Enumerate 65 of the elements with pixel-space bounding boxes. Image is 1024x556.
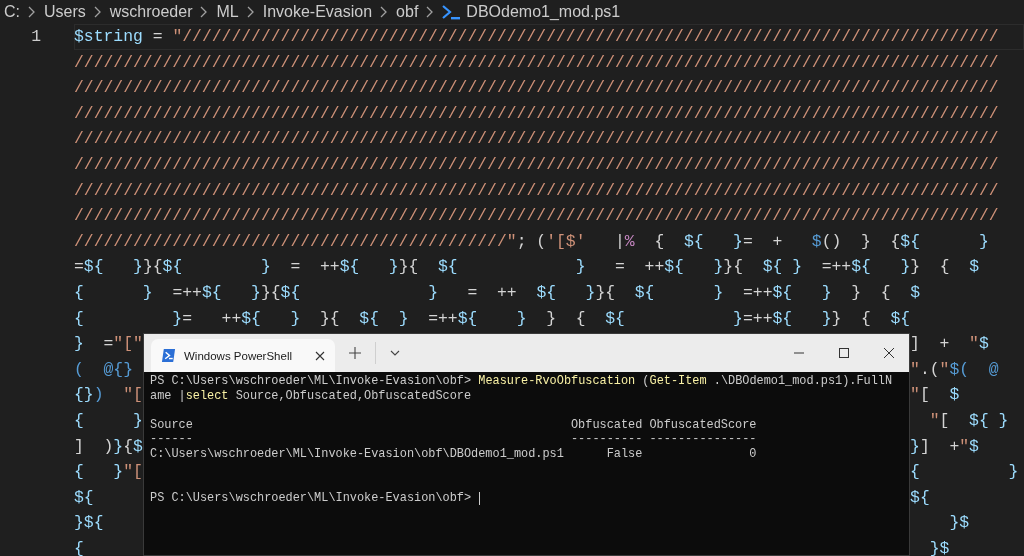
code-line: ////////////////////////////////////////////"; ('[$' |% { ${ }= + $() } {${ } (74, 230, 989, 253)
breadcrumb-item[interactable]: wschroeder (109, 3, 193, 21)
table-cell: 0 (749, 446, 757, 462)
code-line: { }= ++${ } }{ ${ } =++${ } } { ${ }=++${ }} { ${ (74, 307, 911, 330)
code-line: } ="[" (74, 333, 143, 356)
code-line: { }"[ (74, 461, 143, 484)
column-header: Obfuscated (570, 417, 643, 433)
maximize-icon[interactable] (839, 348, 849, 358)
chevron-icon (426, 6, 435, 18)
code-line: ////////////////////////////////////////////////////////////////////////////////////////////// (74, 128, 999, 151)
code-line: }${ (74, 512, 104, 535)
text-cursor (479, 491, 481, 505)
chevron-down-icon[interactable] (390, 350, 400, 356)
code-line: ".("$( @ (910, 358, 999, 381)
powershell-icon (161, 348, 176, 363)
chevron-icon (200, 6, 209, 18)
breadcrumb-item[interactable]: Users (44, 3, 86, 21)
code-line: "[ $ (910, 384, 960, 407)
header-underline: ------ (150, 432, 193, 447)
line-number: 1 (31, 26, 41, 48)
terminal-line: ame |select Source,Obfuscated,ObfuscatedScore (150, 388, 473, 404)
breadcrumb-item[interactable]: obf (396, 3, 419, 21)
terminal-line: PS C:\Users\wschroeder\ML\Invoke-Evasion\obf> Measure-RvoObfuscation (Get-Item .\DBOdemo1_mod.ps1).FullN (150, 374, 894, 389)
code-line: { (74, 537, 84, 556)
code-line: ////////////////////////////////////////////////////////////////////////////////////////////// (74, 102, 999, 125)
code-line: {}) "[ (74, 384, 143, 407)
breadcrumb-item[interactable]: ML (216, 3, 239, 21)
code-line: ////////////////////////////////////////////////////////////////////////////////////////////// (74, 77, 999, 100)
plus-icon[interactable] (349, 347, 361, 359)
breadcrumb-item[interactable]: C: (4, 3, 20, 21)
code-line: ////////////////////////////////////////////////////////////////////////////////////////////// (74, 205, 999, 228)
code-line: ${ (74, 486, 94, 509)
breadcrumb-item[interactable]: Invoke-Evasion (262, 3, 373, 21)
column-header: ObfuscatedScore (649, 417, 757, 433)
code-line: ] + "$ (910, 333, 989, 356)
code-line: ] )}{$ (74, 435, 143, 458)
code-line: ////////////////////////////////////////////////////////////////////////////////////////////// (74, 51, 999, 74)
code-line: { } (74, 409, 143, 432)
code-line: "[ ${ } (928, 409, 1009, 432)
terminal-prompt-icon (442, 4, 461, 20)
chevron-icon (380, 6, 389, 18)
column-header: Source (150, 417, 193, 433)
terminal-prompt: PS C:\Users\wschroeder\ML\Invoke-Evasion\obf> (150, 490, 473, 506)
close-icon[interactable] (315, 350, 325, 361)
close-icon[interactable] (884, 348, 894, 358)
code-line: ////////////////////////////////////////////////////////////////////////////////////////////// (74, 179, 999, 202)
chevron-icon (246, 6, 255, 18)
header-underline: --------------- (649, 432, 757, 447)
code-line: ${ (910, 486, 930, 509)
chevron-icon (93, 6, 102, 18)
terminal-tab[interactable]: Windows PowerShell (151, 339, 335, 372)
code-line: }$ (948, 512, 970, 535)
code-line: ////////////////////////////////////////////////////////////////////////////////////////////// (74, 153, 999, 176)
code-line: { } =++${ }}{${ } = ++ ${ }}{ ${ } =++${ } } { $ (74, 281, 921, 304)
code-line: }] +"$ (910, 435, 979, 458)
code-line: }$ (928, 537, 950, 556)
code-line: $string = "/////////////////////////////////////////////////////////////////////////////////// (74, 26, 999, 48)
table-cell: C:\Users\wschroeder\ML\Invoke-Evasion\obf\DBOdemo1_mod.ps1 (150, 446, 564, 462)
code-line: =${ }}{${ } = ++${ }}{ ${ } = ++${ }}{ ${ } =++${ }} { $ (74, 256, 980, 279)
code-line: ( @{} (74, 358, 134, 381)
chevron-icon (28, 6, 36, 18)
code-line: { } (910, 461, 1019, 484)
breadcrumb-item[interactable]: DBOdemo1_mod.ps1 (466, 3, 621, 21)
table-cell: False (606, 446, 643, 462)
header-underline: ---------- (570, 432, 643, 447)
